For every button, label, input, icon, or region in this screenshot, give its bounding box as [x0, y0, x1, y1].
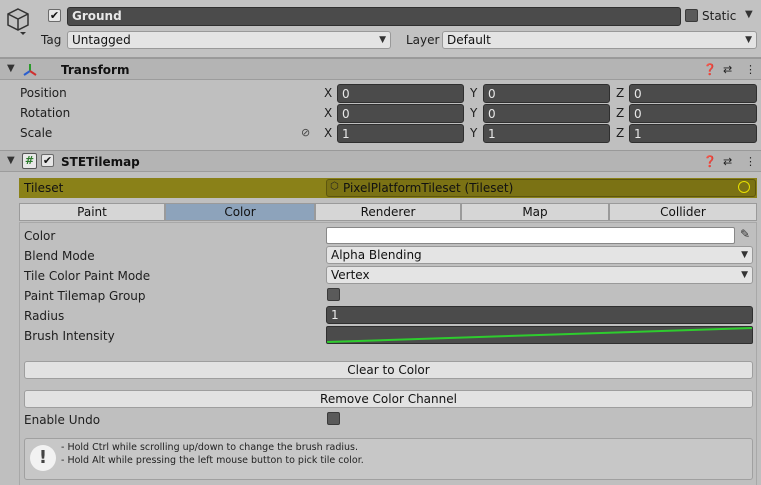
remove-color-channel-button[interactable]: Remove Color Channel	[24, 390, 753, 408]
tag-label: Tag	[41, 33, 62, 47]
foldout-arrow-icon[interactable]: ▼	[7, 155, 15, 166]
brush-intensity-label: Brush Intensity	[24, 329, 115, 343]
stetilemap-header[interactable]: ▼ # ✔ STETilemap ❓ ⇄ ⋮	[0, 150, 761, 172]
info-icon: !	[30, 445, 56, 471]
static-dropdown-icon[interactable]: ▼	[745, 9, 753, 20]
tile-color-paint-mode-label: Tile Color Paint Mode	[24, 269, 151, 283]
kebab-menu-icon[interactable]: ⋮	[745, 63, 756, 76]
presets-icon[interactable]: ⇄	[723, 155, 732, 168]
intensity-curve-line	[327, 327, 752, 343]
tab-map[interactable]: Map	[461, 203, 609, 221]
object-name-field[interactable]: Ground	[67, 7, 681, 26]
radius-label: Radius	[24, 309, 65, 323]
active-checkbox[interactable]: ✔	[48, 9, 61, 22]
constrain-proportions-icon[interactable]: ⊘	[301, 126, 310, 139]
rotation-x-field[interactable]: 0	[337, 104, 464, 123]
blend-mode-label: Blend Mode	[24, 249, 95, 263]
position-x-axis-label: X	[324, 86, 333, 100]
kebab-menu-icon[interactable]: ⋮	[745, 155, 756, 168]
rotation-y-field[interactable]: 0	[483, 104, 610, 123]
layer-label: Layer	[406, 33, 440, 47]
help-box: ! - Hold Ctrl while scrolling up/down to…	[24, 438, 753, 480]
transform-title: Transform	[61, 63, 130, 77]
clear-to-color-button[interactable]: Clear to Color	[24, 361, 753, 379]
position-z-axis-label: Z	[616, 86, 625, 100]
transform-axes-icon	[22, 62, 38, 78]
tileset-label: Tileset	[24, 181, 64, 195]
chevron-down-icon: ▼	[741, 250, 748, 260]
chevron-down-icon: ▼	[745, 35, 752, 45]
tile-color-paint-mode-dropdown[interactable]: Vertex ▼	[326, 266, 753, 284]
color-swatch-field[interactable]	[326, 227, 735, 244]
scale-x-field[interactable]: 1	[337, 124, 464, 143]
layer-value: Default	[447, 33, 491, 47]
tab-paint[interactable]: Paint	[19, 203, 165, 221]
paint-tilemap-group-label: Paint Tilemap Group	[24, 289, 146, 303]
tab-color[interactable]: Color	[165, 203, 315, 221]
position-x-field[interactable]: 0	[337, 84, 464, 103]
chevron-down-icon: ▼	[741, 270, 748, 280]
position-y-axis-label: Y	[470, 86, 478, 100]
color-label: Color	[24, 229, 56, 243]
enable-undo-checkbox[interactable]	[327, 412, 340, 425]
position-z-field[interactable]: 0	[629, 84, 757, 103]
tag-dropdown[interactable]: Untagged ▼	[67, 31, 391, 49]
stetilemap-title: STETilemap	[61, 155, 140, 169]
paint-tilemap-group-checkbox[interactable]	[327, 288, 340, 301]
tileset-value: PixelPlatformTileset (Tileset)	[343, 181, 514, 195]
scale-y-axis-label: Y	[470, 126, 478, 140]
blend-mode-value: Alpha Blending	[331, 248, 422, 262]
static-label: Static	[702, 9, 737, 23]
radius-field[interactable]: 1	[326, 306, 753, 324]
scale-z-axis-label: Z	[616, 126, 625, 140]
blend-mode-dropdown[interactable]: Alpha Blending ▼	[326, 246, 753, 264]
presets-icon[interactable]: ⇄	[723, 63, 732, 76]
tile-color-paint-mode-value: Vertex	[331, 268, 370, 282]
scale-label: Scale	[20, 126, 53, 140]
rotation-label: Rotation	[20, 106, 71, 120]
rotation-y-axis-label: Y	[470, 106, 478, 120]
scale-x-axis-label: X	[324, 126, 333, 140]
scale-y-field[interactable]: 1	[483, 124, 610, 143]
tileset-object-field[interactable]: ⬡ PixelPlatformTileset (Tileset)	[326, 179, 756, 197]
position-label: Position	[20, 86, 67, 100]
tileset-asset-icon: ⬡	[330, 181, 339, 192]
tab-collider[interactable]: Collider	[609, 203, 757, 221]
help-line-1: - Hold Ctrl while scrolling up/down to c…	[61, 442, 359, 453]
enable-undo-label: Enable Undo	[24, 413, 101, 427]
layer-dropdown[interactable]: Default ▼	[442, 31, 757, 49]
help-line-2: - Hold Alt while pressing the left mouse…	[61, 455, 364, 466]
eyedropper-icon[interactable]: ✎	[737, 227, 753, 244]
cube-icon[interactable]	[6, 6, 32, 36]
component-enabled-checkbox[interactable]: ✔	[41, 154, 54, 167]
static-checkbox[interactable]	[685, 9, 698, 22]
scale-z-field[interactable]: 1	[629, 124, 757, 143]
tab-renderer[interactable]: Renderer	[315, 203, 461, 221]
tag-value: Untagged	[72, 33, 131, 47]
rotation-z-axis-label: Z	[616, 106, 625, 120]
brush-intensity-curve[interactable]	[326, 326, 753, 344]
script-hash-icon: #	[22, 153, 37, 169]
object-picker-icon[interactable]	[738, 181, 750, 193]
chevron-down-icon: ▼	[379, 35, 386, 45]
foldout-arrow-icon[interactable]: ▼	[7, 63, 15, 74]
help-icon[interactable]: ❓	[703, 63, 717, 76]
rotation-x-axis-label: X	[324, 106, 333, 120]
position-y-field[interactable]: 0	[483, 84, 610, 103]
help-icon[interactable]: ❓	[703, 155, 717, 168]
rotation-z-field[interactable]: 0	[629, 104, 757, 123]
transform-header[interactable]: ▼ Transform ❓ ⇄ ⋮	[0, 58, 761, 80]
